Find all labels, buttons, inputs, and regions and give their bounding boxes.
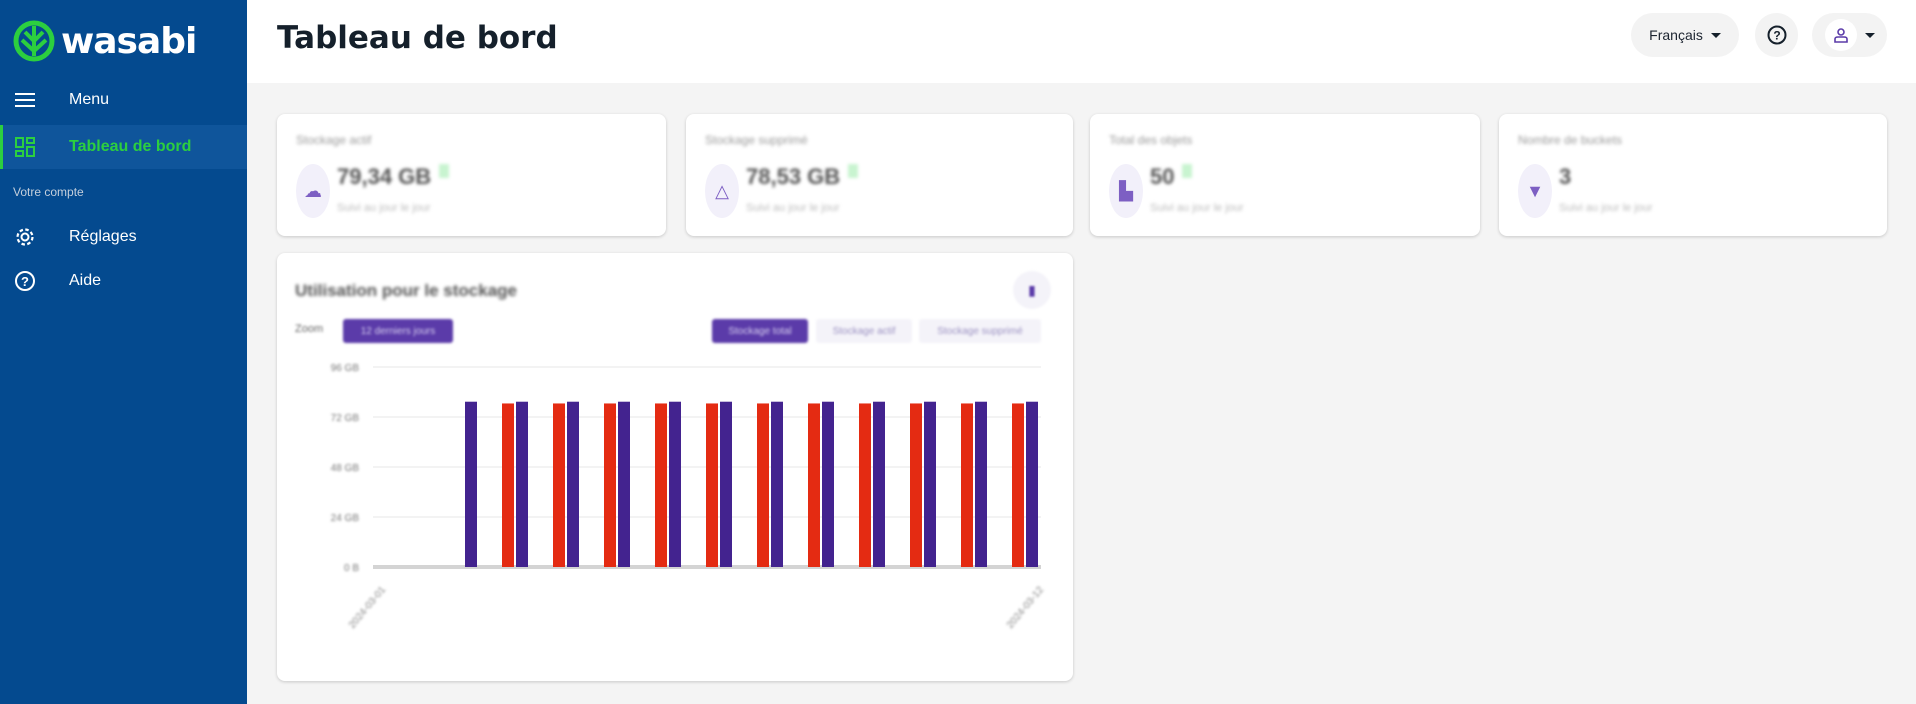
stat-title: Stockage actif [296, 133, 372, 147]
sidebar-item-label: Réglages [69, 228, 137, 245]
y-tick-label: 96 GB [331, 363, 360, 374]
brand-name: wasabi [61, 20, 197, 62]
stat-value: 78,53 GB [746, 164, 859, 190]
storage-usage-card: Utilisation pour le stockage ▮ Zoom 12 d… [277, 253, 1073, 681]
sidebar-item-label: Tableau de bord [69, 138, 192, 155]
bar [961, 403, 973, 567]
wasabi-logo[interactable]: wasabi [13, 20, 197, 62]
sidebar: wasabi Menu Tableau de bord Votre compte… [0, 0, 247, 704]
bar [655, 403, 667, 567]
menu-label: Menu [69, 91, 110, 108]
stat-sub: Suivi au jour le jour [1150, 202, 1244, 214]
bar [465, 401, 477, 567]
sidebar-item-dashboard[interactable]: Tableau de bord [0, 125, 247, 169]
user-icon [1824, 19, 1857, 51]
user-menu[interactable] [1812, 13, 1887, 57]
stat-value: 50 [1150, 164, 1193, 190]
bar [757, 403, 769, 567]
language-value: Français [1649, 27, 1703, 43]
stat-title: Stockage supprimé [705, 133, 808, 147]
stat-card-objects: Total des objets ▙ 50 Suivi au jour le j… [1090, 114, 1480, 236]
stat-sub: Suivi au jour le jour [746, 202, 840, 214]
sidebar-item-settings[interactable]: Réglages [0, 215, 247, 259]
header: Tableau de bord Français ? [247, 0, 1916, 83]
section-label: Votre compte [13, 185, 84, 199]
stat-card-deleted-storage: Stockage supprimé △ 78,53 GB Suivi au jo… [686, 114, 1073, 236]
hamburger-icon [14, 89, 36, 111]
bar [873, 401, 885, 567]
x-tick-label: 2024-03-01 [347, 584, 389, 631]
y-tick-label: 72 GB [331, 413, 360, 424]
dashboard-icon [14, 136, 36, 158]
bucket-icon: ▼ [1518, 164, 1552, 218]
bar [1012, 403, 1024, 567]
bar [808, 403, 820, 567]
bar [910, 403, 922, 567]
svg-text:?: ? [21, 274, 29, 289]
bar [822, 401, 834, 567]
sidebar-item-help[interactable]: ? Aide [0, 259, 247, 303]
bar [604, 403, 616, 567]
stat-value: 79,34 GB [337, 164, 450, 190]
y-tick-label: 48 GB [331, 463, 360, 474]
stat-title: Nombre de buckets [1518, 133, 1623, 147]
bar [502, 403, 514, 567]
storage-bar-chart: 0 B 24 GB 48 GB 72 GB 96 GB 2024-03-01 2024-03… [331, 363, 1047, 631]
bar [669, 401, 681, 567]
caret-down-icon [1710, 32, 1721, 38]
stat-title: Total des objets [1109, 133, 1193, 147]
y-tick-label: 0 B [344, 563, 359, 574]
bar [720, 401, 732, 567]
cloud-delete-icon: △ [705, 164, 739, 218]
bar [706, 403, 718, 567]
stat-value: 3 [1559, 164, 1572, 189]
stat-card-buckets: Nombre de buckets ▼ 3 Suivi au jour le j… [1499, 114, 1887, 236]
bar [516, 401, 528, 567]
help-circle-icon: ? [14, 270, 36, 292]
gear-icon [14, 226, 36, 248]
page-title: Tableau de bord [277, 20, 558, 56]
bar [859, 403, 871, 567]
file-icon: ▙ [1109, 164, 1143, 218]
caret-down-icon [1864, 32, 1875, 38]
bar [567, 401, 579, 567]
bar [618, 401, 630, 567]
bar [1026, 401, 1038, 567]
menu-toggle[interactable]: Menu [0, 78, 247, 122]
sidebar-item-label: Aide [69, 272, 102, 289]
help-circle-icon: ? [1767, 25, 1786, 45]
help-button[interactable]: ? [1755, 13, 1798, 57]
y-tick-label: 24 GB [331, 513, 360, 524]
bar [771, 401, 783, 567]
bar [975, 401, 987, 567]
language-select[interactable]: Français [1631, 13, 1739, 57]
bar [553, 403, 565, 567]
stat-sub: Suivi au jour le jour [1559, 202, 1653, 214]
wasabi-leaf-icon [13, 20, 55, 62]
bar [924, 401, 936, 567]
cloud-icon: ☁ [296, 164, 330, 218]
stat-card-active-storage: Stockage actif ☁ 79,34 GB Suivi au jour … [277, 114, 666, 236]
svg-text:?: ? [1773, 29, 1780, 43]
stat-sub: Suivi au jour le jour [337, 202, 431, 214]
x-tick-label: 2024-03-12 [1005, 584, 1047, 631]
